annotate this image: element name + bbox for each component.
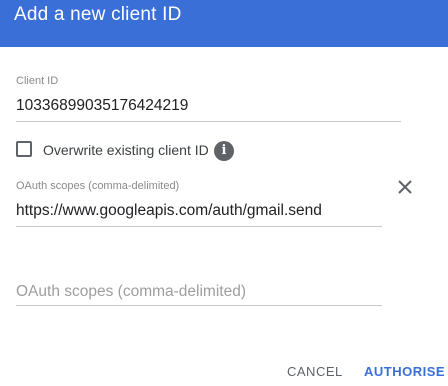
oauth-scopes-label: OAuth scopes (comma-delimited) [16,180,180,192]
dialog-header: Add a new client ID [0,0,448,47]
oauth-scopes-empty-underline [16,305,382,306]
oauth-scopes-field[interactable]: https://www.googleapis.com/auth/gmail.se… [16,202,322,220]
overwrite-checkbox-label[interactable]: Overwrite existing client ID [43,142,209,158]
client-id-underline [16,121,401,122]
client-id-field[interactable]: 10336899035176424219 [16,97,188,115]
authorise-button[interactable]: AUTHORISE [364,364,445,379]
overwrite-checkbox[interactable] [16,141,32,157]
cancel-button[interactable]: CANCEL [287,364,343,379]
dialog-title: Add a new client ID [14,4,182,25]
info-icon[interactable]: i [214,141,234,161]
client-id-label: Client ID [16,75,59,87]
oauth-scopes-underline [16,226,382,227]
close-icon[interactable] [396,178,414,196]
oauth-scopes-empty-input[interactable] [16,281,382,303]
